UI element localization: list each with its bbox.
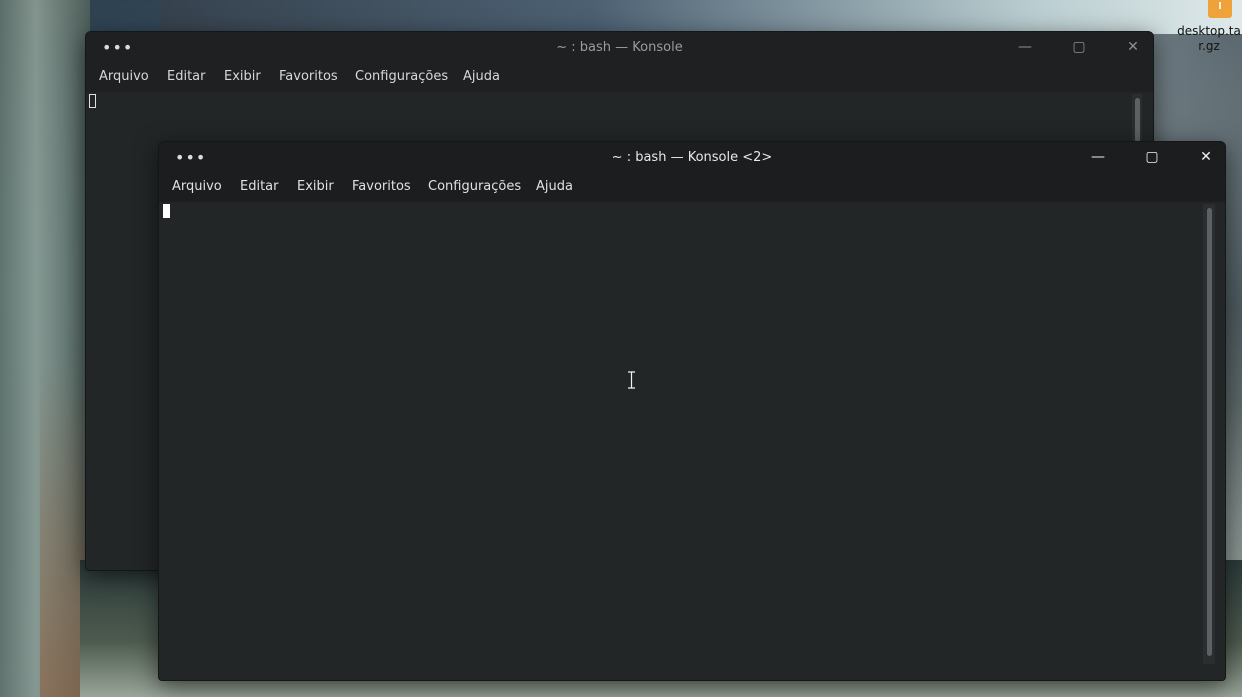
window-titlebar[interactable]: ••• ~ : bash — Konsole <2> — ▢ ✕ (159, 142, 1225, 172)
menu-arquivo[interactable]: Arquivo (99, 69, 149, 84)
close-button[interactable]: ✕ (1195, 147, 1217, 167)
terminal-area[interactable] (159, 202, 1225, 680)
menu-configuracoes[interactable]: Configurações (355, 69, 448, 84)
menu-bar: Arquivo Editar Exibir Favoritos Configur… (86, 62, 1153, 92)
minimize-button[interactable]: — (1087, 147, 1109, 167)
menu-exibir[interactable]: Exibir (224, 69, 261, 84)
minimize-button[interactable]: — (1014, 37, 1036, 57)
terminal-cursor (163, 204, 170, 218)
archive-file-icon (1208, 0, 1232, 18)
window-title: ~ : bash — Konsole <2> (611, 150, 773, 165)
desktop-background: desktop.tar.gz ••• ~ : bash — Konsole — … (0, 0, 1242, 697)
konsole-window-front[interactable]: ••• ~ : bash — Konsole <2> — ▢ ✕ Arquivo… (158, 141, 1226, 681)
wallpaper-shape (160, 0, 1242, 34)
menu-editar[interactable]: Editar (167, 69, 206, 84)
scrollbar-thumb[interactable] (1207, 208, 1212, 656)
menu-favoritos[interactable]: Favoritos (352, 179, 411, 194)
desktop-file-label: desktop.tar.gz (1177, 24, 1241, 53)
maximize-button[interactable]: ▢ (1068, 37, 1090, 57)
window-titlebar[interactable]: ••• ~ : bash — Konsole — ▢ ✕ (86, 32, 1153, 62)
menu-ajuda[interactable]: Ajuda (463, 69, 500, 84)
menu-editar[interactable]: Editar (240, 179, 279, 194)
menu-favoritos[interactable]: Favoritos (279, 69, 338, 84)
terminal-cursor (89, 94, 96, 108)
menu-ajuda[interactable]: Ajuda (536, 179, 573, 194)
scrollbar-thumb[interactable] (1135, 98, 1140, 142)
menu-configuracoes[interactable]: Configurações (428, 179, 521, 194)
menu-arquivo[interactable]: Arquivo (172, 179, 222, 194)
menu-bar: Arquivo Editar Exibir Favoritos Configur… (159, 172, 1225, 202)
maximize-button[interactable]: ▢ (1141, 147, 1163, 167)
close-button[interactable]: ✕ (1122, 37, 1144, 57)
menu-exibir[interactable]: Exibir (297, 179, 334, 194)
desktop-file-icon-item[interactable]: desktop.tar.gz (1176, 0, 1242, 60)
window-title: ~ : bash — Konsole (556, 40, 683, 55)
ibeam-cursor-icon (628, 371, 635, 389)
